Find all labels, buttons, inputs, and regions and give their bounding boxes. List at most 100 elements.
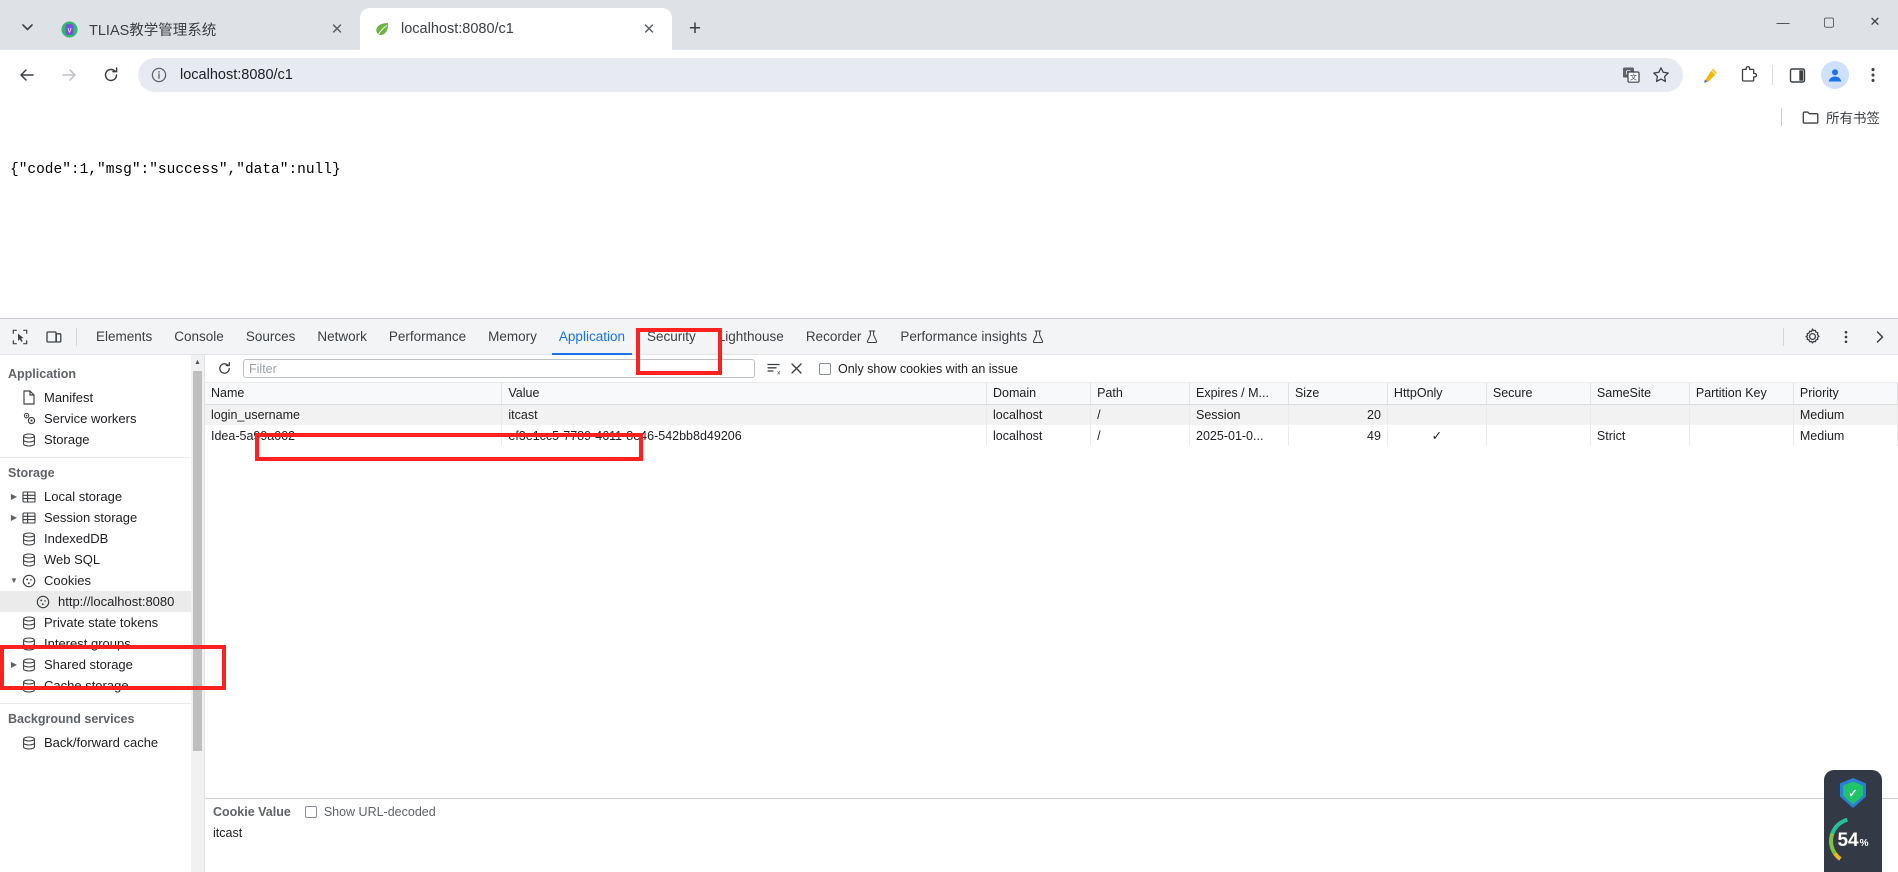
column-header-secure[interactable]: Secure (1486, 383, 1591, 405)
sidebar-item-service-workers[interactable]: Service workers (0, 408, 204, 429)
column-header-expires[interactable]: Expires / M... (1189, 383, 1289, 405)
cell-domain[interactable]: localhost (986, 425, 1092, 446)
devtools-close-icon[interactable] (1866, 323, 1894, 351)
filter-input[interactable] (243, 359, 755, 378)
clear-all-cookies-icon[interactable]: x (763, 358, 785, 380)
cell-partition-key[interactable] (1689, 425, 1794, 446)
back-button[interactable] (10, 58, 44, 92)
tab-search-button[interactable] (10, 10, 44, 44)
only-issues-checkbox-row[interactable]: Only show cookies with an issue (819, 362, 1018, 376)
cell-size[interactable]: 49 (1288, 425, 1388, 446)
table-row[interactable]: login_username itcast localhost / Sessio… (205, 404, 1898, 425)
scrollbar-up-arrow[interactable]: ▲ (191, 355, 204, 369)
reload-button[interactable] (94, 58, 128, 92)
chevron-down-icon[interactable]: ▼ (8, 576, 20, 585)
sidebar-item-shared-storage[interactable]: ▶ Shared storage (0, 654, 204, 675)
forward-button[interactable] (52, 58, 86, 92)
device-toolbar-icon[interactable] (40, 323, 68, 351)
column-header-value[interactable]: Value (501, 383, 988, 405)
star-icon[interactable] (1647, 61, 1675, 89)
window-close-button[interactable]: ✕ (1852, 0, 1898, 44)
cell-priority[interactable]: Medium (1793, 404, 1898, 425)
chevron-right-icon[interactable]: ▶ (8, 660, 20, 669)
chevron-right-icon[interactable]: ▶ (8, 513, 20, 522)
column-header-priority[interactable]: Priority (1793, 383, 1898, 405)
cell-path[interactable]: / (1090, 404, 1191, 425)
column-header-domain[interactable]: Domain (986, 383, 1092, 405)
tab-close-button[interactable]: ✕ (638, 18, 660, 40)
devtools-tab-lighthouse[interactable]: Lighthouse (707, 319, 795, 355)
cell-value[interactable]: ef3e1cc5-7789-4611-8e46-542bb8d49206 (501, 425, 988, 446)
column-header-samesite[interactable]: SameSite (1590, 383, 1690, 405)
devtools-tab-application[interactable]: Application (548, 319, 636, 355)
clear-filter-icon[interactable] (785, 358, 807, 380)
cell-value[interactable]: itcast (501, 404, 988, 425)
sidebar-item-local-storage[interactable]: ▶ Local storage (0, 486, 204, 507)
sidebar-item-indexeddb[interactable]: IndexedDB (0, 528, 204, 549)
browser-tab-1[interactable]: v TLIAS教学管理系统 ✕ (48, 8, 360, 50)
translate-icon[interactable]: G 文 (1617, 61, 1645, 89)
devtools-tab-recorder[interactable]: Recorder (795, 319, 890, 355)
cell-secure[interactable] (1486, 404, 1591, 425)
sidebar-item-web-sql[interactable]: Web SQL (0, 549, 204, 570)
settings-gear-icon[interactable] (1798, 323, 1826, 351)
eyedropper-icon[interactable] (1694, 59, 1726, 91)
cell-domain[interactable]: localhost (986, 404, 1092, 425)
all-bookmarks-button[interactable]: 所有书签 (1796, 103, 1886, 131)
column-header-path[interactable]: Path (1090, 383, 1191, 405)
cell-size[interactable]: 20 (1288, 404, 1388, 425)
sidebar-item-cookies[interactable]: ▼ Cookies (0, 570, 204, 591)
scrollbar-thumb[interactable] (193, 371, 202, 751)
devtools-tab-elements[interactable]: Elements (85, 319, 163, 355)
sidebar-item-session-storage[interactable]: ▶ Session storage (0, 507, 204, 528)
sidebar-item-manifest[interactable]: Manifest (0, 387, 204, 408)
cell-httponly[interactable] (1387, 404, 1487, 425)
security-score-badge[interactable]: ✓ 54 % (1824, 770, 1882, 872)
devtools-tab-security[interactable]: Security (636, 319, 707, 355)
show-url-decoded-checkbox[interactable] (304, 806, 317, 818)
new-tab-button[interactable]: + (680, 14, 710, 44)
sidebar-item-back-forward-cache[interactable]: Back/forward cache (0, 732, 204, 753)
cell-samesite[interactable] (1590, 404, 1690, 425)
only-issues-checkbox[interactable] (819, 362, 831, 375)
sidebar-item-interest-groups[interactable]: Interest groups (0, 633, 204, 654)
devtools-tab-performance[interactable]: Performance (378, 319, 477, 355)
sidebar-item-cache-storage[interactable]: Cache storage (0, 675, 204, 696)
cell-path[interactable]: / (1090, 425, 1191, 446)
sidebar-item-storage[interactable]: Storage (0, 429, 204, 450)
devtools-tab-performance-insights[interactable]: Performance insights (889, 319, 1055, 355)
column-header-httponly[interactable]: HttpOnly (1387, 383, 1487, 405)
column-header-partition-key[interactable]: Partition Key (1689, 383, 1794, 405)
cell-partition-key[interactable] (1689, 404, 1794, 425)
cell-httponly[interactable]: ✓ (1387, 425, 1487, 446)
devtools-tab-memory[interactable]: Memory (477, 319, 548, 355)
sidebar-item-cookies-localhost-8080[interactable]: http://localhost:8080 (0, 591, 204, 612)
devtools-tab-network[interactable]: Network (306, 319, 378, 355)
column-header-name[interactable]: Name (205, 383, 503, 405)
side-panel-icon[interactable] (1781, 59, 1813, 91)
chevron-right-icon[interactable]: ▶ (8, 492, 20, 501)
cell-samesite[interactable]: Strict (1590, 425, 1690, 446)
cell-priority[interactable]: Medium (1793, 425, 1898, 446)
window-minimize-button[interactable]: — (1760, 0, 1806, 44)
devtools-tab-console[interactable]: Console (163, 319, 235, 355)
sidebar-scrollbar[interactable]: ▲ (191, 355, 204, 872)
profile-avatar-icon[interactable] (1821, 61, 1849, 89)
chrome-menu-icon[interactable] (1857, 59, 1889, 91)
devtools-tab-sources[interactable]: Sources (235, 319, 307, 355)
cell-secure[interactable] (1486, 425, 1591, 446)
tab-close-button[interactable]: ✕ (326, 18, 348, 40)
inspect-element-icon[interactable] (6, 323, 34, 351)
sidebar-item-private-state-tokens[interactable]: Private state tokens (0, 612, 204, 633)
cell-expires[interactable]: 2025-01-0... (1189, 425, 1289, 446)
cell-expires[interactable]: Session (1189, 404, 1289, 425)
cell-name[interactable]: login_username (205, 404, 503, 425)
window-maximize-button[interactable]: ▢ (1806, 0, 1852, 44)
address-bar[interactable]: localhost:8080/c1 G 文 (138, 58, 1683, 92)
refresh-icon[interactable] (213, 358, 235, 380)
browser-tab-2-active[interactable]: localhost:8080/c1 ✕ (360, 8, 672, 50)
column-header-size[interactable]: Size (1288, 383, 1388, 405)
table-row[interactable]: Idea-5a99a002 ef3e1cc5-7789-4611-8e46-54… (205, 425, 1898, 446)
cell-name[interactable]: Idea-5a99a002 (205, 425, 503, 446)
devtools-more-icon[interactable] (1832, 323, 1860, 351)
